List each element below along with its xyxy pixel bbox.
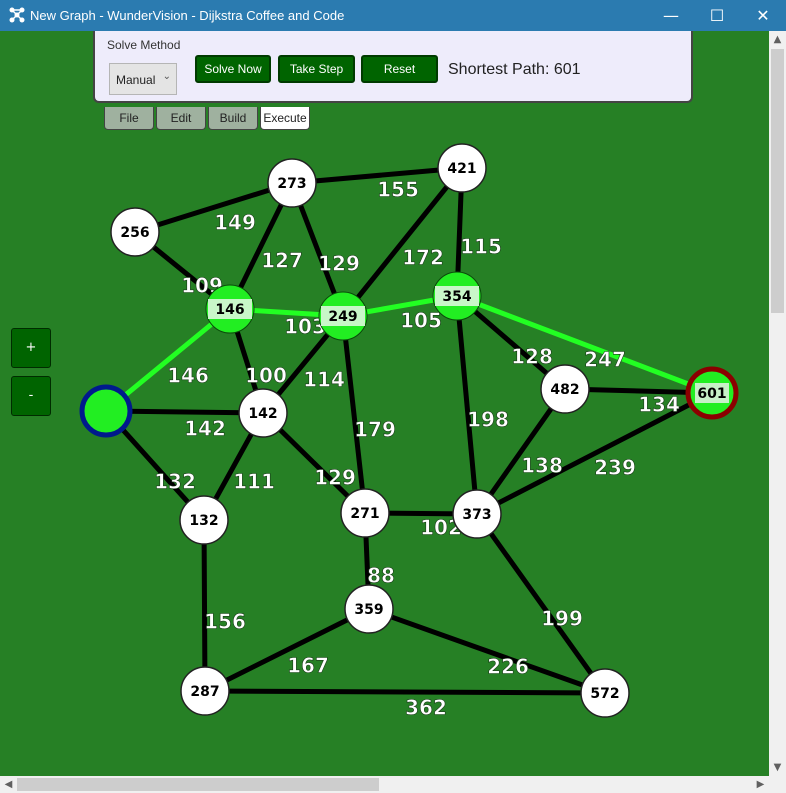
solve-now-button[interactable]: Solve Now	[195, 55, 271, 83]
edge-weight-label: 142	[184, 417, 226, 441]
solve-method-group: Solve Method Manual ⌄	[103, 37, 183, 95]
node-label: 132	[189, 513, 218, 529]
edge-weight-label: 114	[303, 368, 345, 392]
scrollbar-corner	[769, 776, 786, 793]
tab-execute[interactable]: Execute	[260, 107, 310, 130]
edge-weight-label: 138	[521, 454, 563, 478]
graph-node-142[interactable]: 142	[238, 388, 288, 438]
graph-node-482[interactable]: 482	[540, 364, 590, 414]
edge-weight-label: 88	[367, 564, 395, 588]
edge-weight-label: 127	[261, 249, 303, 273]
edge-weight-label: 100	[245, 364, 287, 388]
graph-node-132[interactable]: 132	[179, 495, 229, 545]
graph-node-572[interactable]: 572	[580, 668, 630, 718]
edge-weight-label: 198	[467, 408, 509, 432]
edge-n132-n287[interactable]	[201, 517, 208, 694]
zoom-in-button[interactable]: +	[11, 328, 51, 368]
graph-node-373[interactable]: 373	[452, 489, 502, 539]
node-label: 373	[462, 507, 491, 523]
edge-weight-label: 134	[638, 393, 680, 417]
node-label: 287	[190, 684, 219, 700]
edge-weight-label: 199	[541, 607, 583, 631]
node-label: 572	[590, 686, 619, 702]
minimize-icon: —	[663, 6, 679, 25]
tab-edit[interactable]: Edit	[156, 107, 206, 130]
node-label: 142	[248, 406, 277, 422]
graph-node-354[interactable]: 354	[432, 271, 482, 321]
solve-method-label: Solve Method	[107, 38, 181, 52]
graph-node-421[interactable]: 421	[437, 143, 487, 193]
maximize-icon: ☐	[709, 6, 725, 25]
take-step-button[interactable]: Take Step	[278, 55, 355, 83]
edge-weight-label: 115	[460, 235, 502, 259]
node-label: 271	[350, 506, 379, 522]
horizontal-scroll-thumb[interactable]	[17, 778, 379, 791]
edge-weight-label: 155	[377, 178, 419, 202]
edge-weight-label: 132	[154, 470, 196, 494]
edge-n354-n373[interactable]	[454, 293, 480, 517]
reset-button[interactable]: Reset	[361, 55, 438, 83]
edge-weight-label: 179	[354, 418, 396, 442]
graph-node-256[interactable]: 256	[110, 207, 160, 257]
solve-method-value: Manual	[116, 73, 156, 87]
graph-node-287[interactable]: 287	[180, 666, 230, 716]
node-label: 249	[328, 309, 357, 325]
node-label: 601	[697, 386, 726, 402]
scroll-right-icon[interactable]: ▶	[752, 776, 769, 793]
edge-weight-label: 111	[233, 470, 275, 494]
tab-build[interactable]: Build	[208, 107, 258, 130]
graph-node-271[interactable]: 271	[340, 488, 390, 538]
edge-weight-label: 128	[511, 345, 553, 369]
edge-weight-label: 149	[214, 211, 256, 235]
edge-weight-label: 129	[314, 466, 356, 490]
node-label: 256	[120, 225, 149, 241]
edge-weight-label: 129	[318, 252, 360, 276]
graph-node-249[interactable]: 249	[318, 291, 368, 341]
node-label: 146	[215, 302, 244, 318]
edge-weight-label: 362	[405, 696, 447, 720]
title-bar: New Graph - WunderVision - Dijkstra Coff…	[0, 0, 786, 31]
graph-icon	[9, 7, 25, 23]
scroll-up-icon[interactable]: ▲	[769, 31, 786, 48]
zoom-out-button[interactable]: -	[11, 376, 51, 416]
graph-canvas[interactable]: 146 142 132 149 109 155 127 129 172 115 103 100 105 1…	[0, 31, 769, 776]
minimize-button[interactable]: —	[648, 0, 694, 31]
graph-node-146[interactable]: 146	[205, 284, 255, 334]
graph-node-273[interactable]: 273	[267, 158, 317, 208]
graph-drawing: 146142132149109155127 129 172 1151031001051…	[79, 143, 739, 720]
edge-weight-label: 247	[584, 348, 626, 372]
solve-method-select[interactable]: Manual ⌄	[109, 63, 177, 95]
shortest-path-readout: Shortest Path: 601	[448, 61, 581, 78]
close-button[interactable]: ✕	[740, 0, 786, 31]
node-label: 354	[442, 289, 471, 305]
graph-node-359[interactable]: 359	[344, 584, 394, 634]
edge-weight-label: 239	[594, 456, 636, 480]
graph-node-601[interactable]: 601	[685, 366, 739, 420]
edge-weight-label: 105	[400, 309, 442, 333]
edge-weight-label: 156	[204, 610, 246, 634]
graph-node-start[interactable]	[79, 384, 133, 438]
vertical-scroll-thumb[interactable]	[771, 49, 784, 313]
node-label: 482	[550, 382, 579, 398]
close-icon: ✕	[756, 6, 770, 25]
chevron-down-icon: ⌄	[162, 71, 171, 82]
edge-weight-label: 167	[287, 654, 329, 678]
edge-weight-label: 146	[167, 364, 209, 388]
horizontal-scrollbar[interactable]: ◀ ▶	[0, 776, 769, 793]
vertical-scrollbar[interactable]: ▲ ▼	[769, 31, 786, 776]
node-label: 359	[354, 602, 383, 618]
tab-file[interactable]: File	[104, 107, 154, 130]
edge-weight-label: 172	[402, 246, 444, 270]
execute-toolbar: Solve Method Manual ⌄ Solve Now Take Ste…	[93, 31, 693, 103]
maximize-button[interactable]: ☐	[694, 0, 740, 31]
edge-n287-n572[interactable]	[202, 688, 608, 696]
node-label: 273	[277, 176, 306, 192]
scroll-down-icon[interactable]: ▼	[769, 759, 786, 776]
window-title: New Graph - WunderVision - Dijkstra Coff…	[30, 8, 345, 23]
edge-weight-label: 226	[487, 655, 529, 679]
scroll-left-icon[interactable]: ◀	[0, 776, 17, 793]
node-label: 421	[447, 161, 476, 177]
